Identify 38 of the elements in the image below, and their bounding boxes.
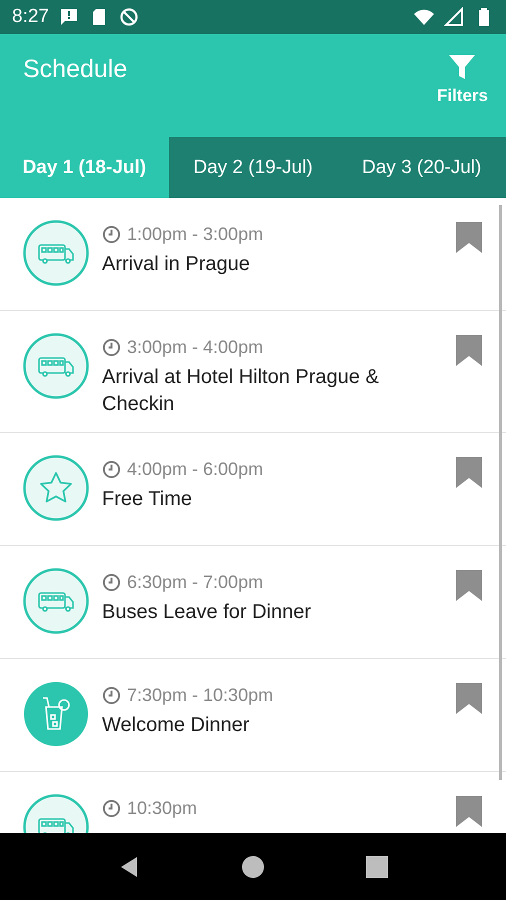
drink-icon xyxy=(23,681,89,747)
clock-icon xyxy=(102,573,121,592)
bus-icon xyxy=(23,333,89,399)
signal-icon xyxy=(444,7,464,27)
home-icon[interactable] xyxy=(241,854,265,878)
status-time: 8:27 xyxy=(12,6,49,28)
bus-icon xyxy=(23,220,89,286)
bookmark-icon[interactable] xyxy=(456,335,482,366)
event-time: 4:00pm - 6:00pm xyxy=(127,459,264,480)
filter-icon xyxy=(447,52,478,82)
screen-title: Schedule xyxy=(23,55,128,85)
clock-icon xyxy=(102,799,121,818)
blocked-icon xyxy=(118,7,139,27)
event-time: 3:00pm - 4:00pm xyxy=(127,337,264,358)
event-time: 7:30pm - 10:30pm xyxy=(127,685,274,706)
event-time: 1:00pm - 3:00pm xyxy=(127,224,264,245)
clock-icon xyxy=(102,686,121,705)
event-title: Welcome Dinner xyxy=(102,713,250,738)
recents-icon[interactable] xyxy=(365,854,389,878)
bookmark-icon[interactable] xyxy=(456,222,482,253)
bookmark-icon[interactable] xyxy=(456,683,482,714)
event-title: Buses Leave for Dinner xyxy=(102,600,312,625)
wifi-icon xyxy=(414,7,434,27)
event-time: 6:30pm - 7:00pm xyxy=(127,572,264,593)
clock-icon xyxy=(102,460,121,479)
event-title: Arrival in Prague xyxy=(102,252,251,277)
bookmark-icon[interactable] xyxy=(456,570,482,601)
clock-icon xyxy=(102,225,121,244)
message-icon xyxy=(58,7,79,27)
event-title: Arrival at Hotel Hilton Prague & Checkin xyxy=(102,365,380,417)
event-title: Free Time xyxy=(102,487,194,512)
bus-icon xyxy=(23,568,89,634)
clock-icon xyxy=(102,338,121,357)
day-tab[interactable]: Day 2 (19-Jul) xyxy=(168,137,338,198)
bookmark-icon[interactable] xyxy=(456,796,482,827)
event-time: 10:30pm xyxy=(127,798,198,819)
bookmark-icon[interactable] xyxy=(456,457,482,488)
day-tab[interactable]: Day 3 (20-Jul) xyxy=(337,137,506,198)
